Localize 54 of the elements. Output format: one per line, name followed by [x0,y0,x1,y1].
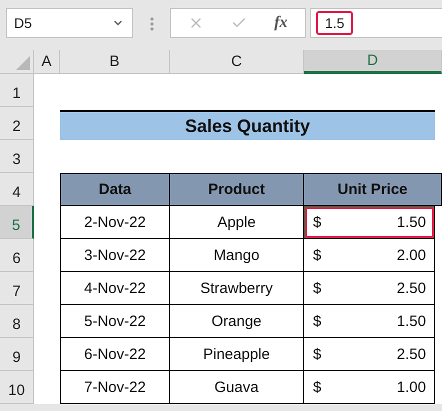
table-cell: Orange [170,305,304,338]
row-header[interactable]: 1 [0,74,34,107]
table-cell: 2-Nov-22 [60,206,170,239]
table-cell: Strawberry [170,272,304,305]
currency-symbol: $ [313,378,322,396]
row-header[interactable]: 10 [0,371,34,404]
table-cell: Pineapple [170,338,304,371]
table-cell: 6-Nov-22 [60,338,170,371]
row-header[interactable]: 2 [0,107,34,140]
name-box[interactable]: D5 [6,8,133,38]
currency-symbol: $ [313,246,322,264]
table-cell[interactable]: $ 2.00 [304,239,435,272]
table-cell[interactable]: $ 2.50 [304,338,435,371]
currency-symbol: $ [313,214,322,230]
currency-symbol: $ [313,312,322,330]
row-header[interactable]: 8 [0,305,34,338]
formula-bar[interactable]: 1.5 [310,8,442,38]
column-heading: Product [170,173,304,206]
price-value: 1.50 [396,312,426,330]
column-header[interactable]: B [60,50,170,74]
price-value: 2.50 [396,346,426,362]
table-cell[interactable]: $ 1.50 [304,206,435,239]
price-value: 1.50 [396,214,426,230]
table-cell: 7-Nov-22 [60,371,170,404]
row-header[interactable]: 9 [0,338,34,371]
table-cell[interactable]: $ 2.50 [304,272,435,305]
price-value: 1.00 [396,378,426,396]
table-cell: Mango [170,239,304,272]
currency-symbol: $ [313,280,322,296]
insert-function-button[interactable]: fx [274,14,288,32]
table-cell: 5-Nov-22 [60,305,170,338]
column-heading: Data [60,173,170,206]
currency-symbol: $ [313,346,322,362]
table-cell: 4-Nov-22 [60,272,170,305]
price-value: 2.50 [396,280,426,296]
row-header[interactable]: 7 [0,272,34,305]
column-heading: Unit Price [304,173,442,206]
row-header[interactable]: 3 [0,140,34,173]
column-header[interactable]: A [34,50,60,74]
drag-handle-icon [150,17,154,31]
row-header[interactable]: 4 [0,173,34,206]
column-header[interactable]: D [304,50,442,74]
select-all-icon[interactable] [16,56,30,70]
table-cell[interactable]: $ 1.50 [304,305,435,338]
table-title: Sales Quantity [60,110,435,140]
table-cell[interactable]: $ 1.00 [304,371,435,404]
column-header[interactable]: C [170,50,304,74]
table-cell: 3-Nov-22 [60,239,170,272]
formula-value: 1.5 [316,11,354,35]
row-header[interactable]: 6 [0,239,34,272]
price-value: 2.00 [396,246,426,264]
table-cell: Apple [170,206,304,239]
row-header[interactable]: 5 [0,206,34,239]
table-cell: Guava [170,371,304,404]
